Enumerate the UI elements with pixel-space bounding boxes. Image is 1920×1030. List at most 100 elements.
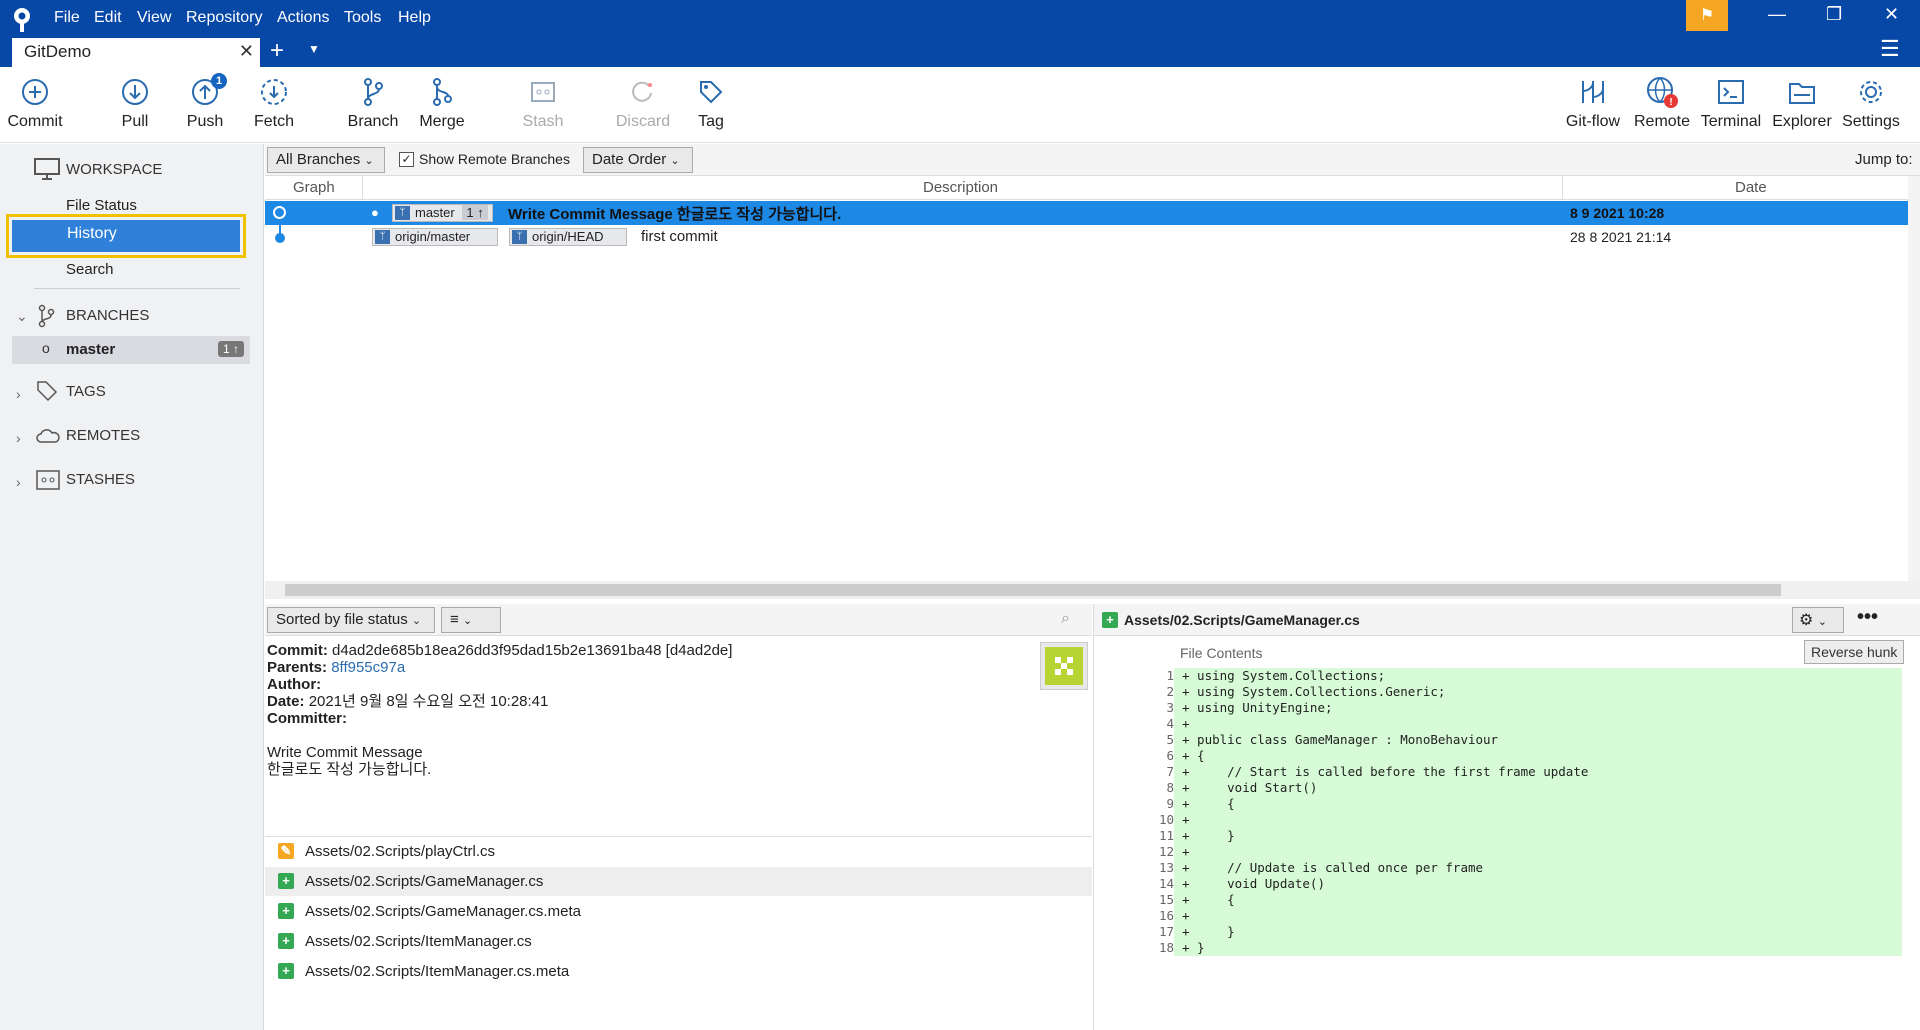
more-icon[interactable]: ••• xyxy=(1857,606,1878,629)
diff-line[interactable]: 6 + { xyxy=(1094,748,1920,764)
terminal-button[interactable]: Terminal xyxy=(1693,75,1769,131)
diff-line[interactable]: 17 + } xyxy=(1094,924,1920,940)
commit-message-line: Write Commit Message xyxy=(267,744,423,761)
diff-line[interactable]: 15 + { xyxy=(1094,892,1920,908)
diff-line[interactable]: 10 + xyxy=(1094,812,1920,828)
branches-header[interactable]: BRANCHES xyxy=(66,307,149,324)
branch-ref-label[interactable]: ᛘ master 1 ↑ xyxy=(392,204,493,222)
file-name: Assets/02.Scripts/playCtrl.cs xyxy=(305,843,496,860)
sidebar-item-file-status[interactable]: File Status xyxy=(66,197,137,214)
col-description[interactable]: Description xyxy=(923,179,998,196)
tags-header[interactable]: TAGS xyxy=(66,383,106,400)
show-remote-checkbox[interactable]: ✓ xyxy=(399,152,414,167)
chevron-right-icon[interactable]: › xyxy=(16,474,21,490)
diff-line[interactable]: 8 + void Start() xyxy=(1094,780,1920,796)
close-icon[interactable]: ✕ xyxy=(239,41,254,62)
chevron-right-icon[interactable]: › xyxy=(16,386,21,402)
close-window-icon[interactable]: ✕ xyxy=(1884,4,1899,25)
remote-ref-name: origin/HEAD xyxy=(532,229,604,244)
line-number: 13 xyxy=(1158,860,1174,875)
horizontal-scrollbar[interactable] xyxy=(265,581,1920,599)
chevron-down-icon[interactable]: ⌄ xyxy=(16,308,28,325)
sort-dropdown[interactable]: Sorted by file status ⌄ xyxy=(267,607,435,633)
file-row[interactable]: + Assets/02.Scripts/GameManager.cs.meta xyxy=(265,897,1092,926)
commit-button[interactable]: Commit xyxy=(0,75,73,131)
stashes-header[interactable]: STASHES xyxy=(66,471,135,488)
file-row[interactable]: + Assets/02.Scripts/ItemManager.cs.meta xyxy=(265,957,1092,986)
diff-line[interactable]: 11 + } xyxy=(1094,828,1920,844)
remotes-header[interactable]: REMOTES xyxy=(66,427,140,444)
view-mode-dropdown[interactable]: ≡ ⌄ xyxy=(441,607,501,633)
flag-icon[interactable]: ⚑ xyxy=(1686,0,1728,31)
parent-hash-link[interactable]: 8ff955c97a xyxy=(331,659,405,676)
file-row[interactable]: + Assets/02.Scripts/GameManager.cs xyxy=(265,867,1092,896)
push-button[interactable]: 1 Push xyxy=(167,73,243,131)
diff-line[interactable]: 4 + xyxy=(1094,716,1920,732)
file-row[interactable]: + Assets/02.Scripts/ItemManager.cs xyxy=(265,927,1092,956)
diff-line[interactable]: 12 + xyxy=(1094,844,1920,860)
remote-ref-label[interactable]: ᛘ origin/master xyxy=(372,228,498,246)
diff-line[interactable]: 7 + // Start is called before the first f… xyxy=(1094,764,1920,780)
tag-icon xyxy=(36,380,58,406)
order-dropdown[interactable]: Date Order ⌄ xyxy=(583,147,693,173)
settings-button[interactable]: Settings xyxy=(1833,75,1909,131)
stash-button[interactable]: Stash xyxy=(505,75,581,131)
sidebar: WORKSPACE File Status History Search ⌄ B… xyxy=(0,144,264,1030)
remote-label: Remote xyxy=(1633,113,1691,130)
hamburger-menu-icon[interactable]: ☰ xyxy=(1880,36,1900,62)
merge-button[interactable]: Merge xyxy=(404,75,480,131)
file-row[interactable]: ✎ Assets/02.Scripts/playCtrl.cs xyxy=(265,837,1092,866)
diff-line[interactable]: 14 + void Update() xyxy=(1094,876,1920,892)
minimize-icon[interactable]: — xyxy=(1768,4,1786,25)
discard-button[interactable]: Discard xyxy=(605,75,681,131)
sidebar-item-history[interactable]: History xyxy=(6,214,246,258)
log-row[interactable]: ᛘ origin/master ᛘ origin/HEAD first commit… xyxy=(265,219,1920,249)
col-graph[interactable]: Graph xyxy=(293,179,335,196)
menu-edit[interactable]: Edit xyxy=(94,9,122,27)
log-row[interactable]: ● ᛘ master 1 ↑ Write Commit Message 한글로도 … xyxy=(265,201,1920,225)
gitflow-button[interactable]: Git-flow xyxy=(1555,75,1631,131)
diff-line[interactable]: 2 + using System.Collections.Generic; xyxy=(1094,684,1920,700)
repo-tab[interactable]: GitDemo ✕ xyxy=(12,38,260,67)
chevron-down-icon[interactable]: ▼ xyxy=(308,42,320,56)
sidebar-item-search[interactable]: Search xyxy=(66,261,114,278)
pull-button[interactable]: Pull xyxy=(97,75,173,131)
branch-label: Branch xyxy=(347,113,399,130)
changed-files-list: ✎ Assets/02.Scripts/playCtrl.cs + Assets/0… xyxy=(265,836,1092,1030)
col-date[interactable]: Date xyxy=(1735,179,1767,196)
scrollbar-thumb[interactable] xyxy=(285,584,1781,596)
remote-ref-label[interactable]: ᛘ origin/HEAD xyxy=(509,228,627,246)
menu-help[interactable]: Help xyxy=(398,9,431,27)
chevron-right-icon[interactable]: › xyxy=(16,430,21,446)
remote-button[interactable]: ! Remote xyxy=(1624,75,1700,131)
menu-repository[interactable]: Repository xyxy=(186,9,262,27)
diff-line[interactable]: 5 + public class GameManager : MonoBehavi… xyxy=(1094,732,1920,748)
show-remote-label: Show Remote Branches xyxy=(419,151,570,167)
menu-view[interactable]: View xyxy=(137,9,171,27)
vertical-scrollbar[interactable] xyxy=(1908,176,1920,581)
sidebar-item-master[interactable]: o master 1 ↑ xyxy=(12,336,250,364)
fetch-button[interactable]: Fetch xyxy=(236,75,312,131)
line-number: 10 xyxy=(1158,812,1174,827)
menu-file[interactable]: File xyxy=(54,9,80,27)
reverse-hunk-button[interactable]: Reverse hunk xyxy=(1804,640,1905,664)
search-icon[interactable]: ⌕ xyxy=(1061,610,1070,628)
menu-tools[interactable]: Tools xyxy=(344,9,381,27)
diff-line[interactable]: 9 + { xyxy=(1094,796,1920,812)
diff-line[interactable]: 18 + } xyxy=(1094,940,1920,956)
diff-line[interactable]: 1 + using System.Collections; xyxy=(1094,668,1920,684)
diff-options-button[interactable]: ⚙ ⌄ xyxy=(1792,607,1844,633)
menu-actions[interactable]: Actions xyxy=(277,9,329,27)
new-tab-icon[interactable]: + xyxy=(270,37,284,65)
explorer-button[interactable]: Explorer xyxy=(1764,75,1840,131)
diff-line[interactable]: 13 + // Update is called once per frame xyxy=(1094,860,1920,876)
stash-label: Stash xyxy=(522,113,564,130)
branch-button[interactable]: Branch xyxy=(335,75,411,131)
diff-line[interactable]: 16 + xyxy=(1094,908,1920,924)
line-content: + using System.Collections.Generic; xyxy=(1174,684,1902,700)
diff-line[interactable]: 3 + using UnityEngine; xyxy=(1094,700,1920,716)
workspace-header[interactable]: WORKSPACE xyxy=(66,161,162,178)
branch-filter-dropdown[interactable]: All Branches ⌄ xyxy=(267,147,385,173)
restore-icon[interactable]: ❐ xyxy=(1826,4,1842,25)
tag-button[interactable]: Tag xyxy=(673,75,749,131)
